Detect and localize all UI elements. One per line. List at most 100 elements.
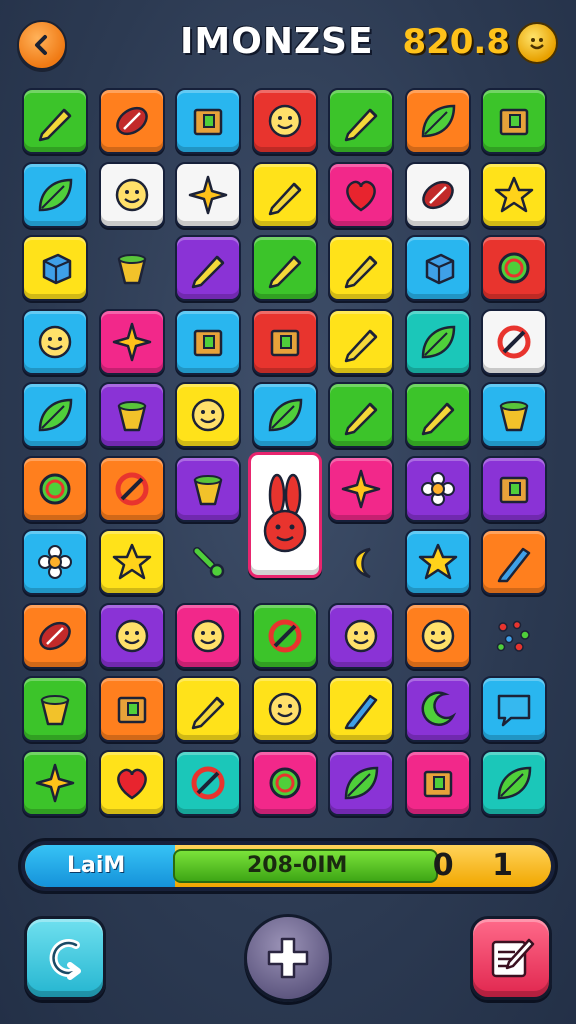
bird-icon [38, 178, 73, 211]
tile-smile[interactable] [98, 602, 165, 669]
speech-icon [497, 694, 531, 727]
rocket-icon [38, 108, 72, 142]
tile-flower-face[interactable] [22, 308, 88, 375]
gear-flower-icon [38, 545, 72, 579]
tile-block[interactable] [251, 308, 318, 375]
tile-cup[interactable] [99, 235, 165, 301]
add-button[interactable] [244, 914, 332, 1002]
tile-rocket[interactable] [22, 88, 88, 154]
tile-star[interactable] [404, 529, 471, 595]
tile-rocket[interactable] [328, 308, 394, 375]
tile-bag[interactable] [98, 676, 165, 742]
tile-no-sign[interactable] [251, 602, 318, 669]
back-button[interactable] [17, 20, 67, 70]
crate-icon [193, 329, 223, 356]
sun-icon [420, 471, 455, 506]
sparkle-icon [112, 322, 151, 361]
tile-battery[interactable] [251, 235, 318, 301]
tile-eyes[interactable] [328, 602, 394, 669]
shrine-icon [193, 108, 223, 136]
tile-speech[interactable] [481, 676, 547, 742]
tile-shrine[interactable] [175, 88, 241, 154]
star-icon [112, 543, 151, 580]
tile-leaf[interactable] [404, 308, 471, 375]
tile-diamond[interactable] [328, 749, 394, 816]
progress-track: LaiM 208-0IM 0 1 [25, 845, 551, 887]
game-title: IMONZSE [180, 21, 374, 62]
tile-crate[interactable] [175, 308, 241, 375]
chevron-left-icon [35, 35, 47, 55]
tile-leaf[interactable] [251, 382, 318, 448]
square-icon [499, 476, 529, 503]
tile-cup-drink[interactable] [22, 676, 88, 742]
tile-sparkle[interactable] [98, 308, 165, 375]
tile-cross[interactable] [481, 308, 547, 375]
tile-magic-wand[interactable] [251, 161, 318, 228]
tile-no-sign[interactable] [175, 749, 241, 816]
tile-box[interactable] [404, 749, 471, 816]
chef-face-icon [115, 178, 148, 211]
edit-button[interactable] [470, 916, 552, 1000]
tile-bowl[interactable] [98, 382, 165, 448]
tile-square[interactable] [481, 455, 547, 522]
tile-cube[interactable] [22, 235, 88, 301]
tile-bird[interactable] [22, 161, 88, 228]
tile-football[interactable] [98, 88, 165, 154]
tile-brush[interactable] [404, 382, 471, 448]
swap-button[interactable] [24, 916, 106, 1000]
tile-tree[interactable] [481, 749, 547, 816]
tile-pencil[interactable] [328, 676, 394, 742]
eyes-icon [344, 619, 378, 652]
smiley-coin-icon [516, 22, 558, 64]
tile-sun[interactable] [404, 455, 471, 522]
pencil-tip-icon [344, 402, 378, 436]
bowl-icon [117, 401, 146, 432]
tile-ghost[interactable] [175, 382, 241, 448]
tile-starfish[interactable] [328, 455, 394, 522]
feather-icon [421, 104, 455, 138]
tile-potion[interactable] [481, 88, 547, 154]
tile-monster[interactable] [175, 602, 241, 669]
tile-gear-flower[interactable] [22, 529, 88, 595]
tile-crayon[interactable] [175, 235, 241, 301]
tile-can[interactable] [481, 382, 547, 448]
tile-star[interactable] [98, 529, 165, 595]
tile-spiral[interactable] [481, 235, 547, 301]
tile-salad[interactable] [175, 455, 241, 522]
flower-face-icon [421, 619, 454, 652]
sparkle-icon [35, 763, 75, 802]
tile-berries[interactable] [481, 603, 547, 669]
tile-swirl[interactable] [22, 455, 88, 522]
tile-crayon[interactable] [328, 88, 394, 154]
potion-icon [499, 108, 529, 136]
tile-star[interactable] [481, 161, 547, 228]
tile-guitar[interactable] [175, 676, 241, 742]
tile-chef-face[interactable] [98, 161, 165, 228]
tile-mace[interactable] [328, 235, 394, 301]
tile-heart[interactable] [98, 749, 165, 816]
ghost-icon [191, 398, 225, 432]
tile-sparkle[interactable] [22, 749, 88, 816]
tile-moon[interactable] [404, 676, 471, 742]
tile-pencil-tip[interactable] [328, 382, 394, 448]
tile-melon[interactable] [404, 161, 471, 228]
cup-drink-icon [40, 695, 70, 726]
tile-dice[interactable] [404, 235, 471, 301]
tile-crown-face[interactable] [251, 676, 318, 742]
tile-skip[interactable] [252, 529, 318, 595]
ring-icon [269, 767, 300, 798]
tile-cat-face[interactable] [251, 88, 318, 154]
tile-maple-leaf[interactable] [22, 382, 88, 448]
tile-star-burst[interactable] [175, 161, 241, 228]
tile-ring[interactable] [251, 749, 318, 816]
tile-compass[interactable] [98, 455, 165, 522]
tile-crescent[interactable] [328, 529, 394, 595]
tile-feather[interactable] [404, 88, 471, 154]
tile-pin[interactable] [175, 529, 241, 595]
tile-pen[interactable] [481, 529, 547, 595]
tile-flower-face[interactable] [404, 602, 471, 669]
tile-heart[interactable] [328, 161, 394, 228]
pen-icon [497, 547, 531, 583]
block-icon [270, 329, 299, 356]
tile-football[interactable] [22, 602, 88, 669]
